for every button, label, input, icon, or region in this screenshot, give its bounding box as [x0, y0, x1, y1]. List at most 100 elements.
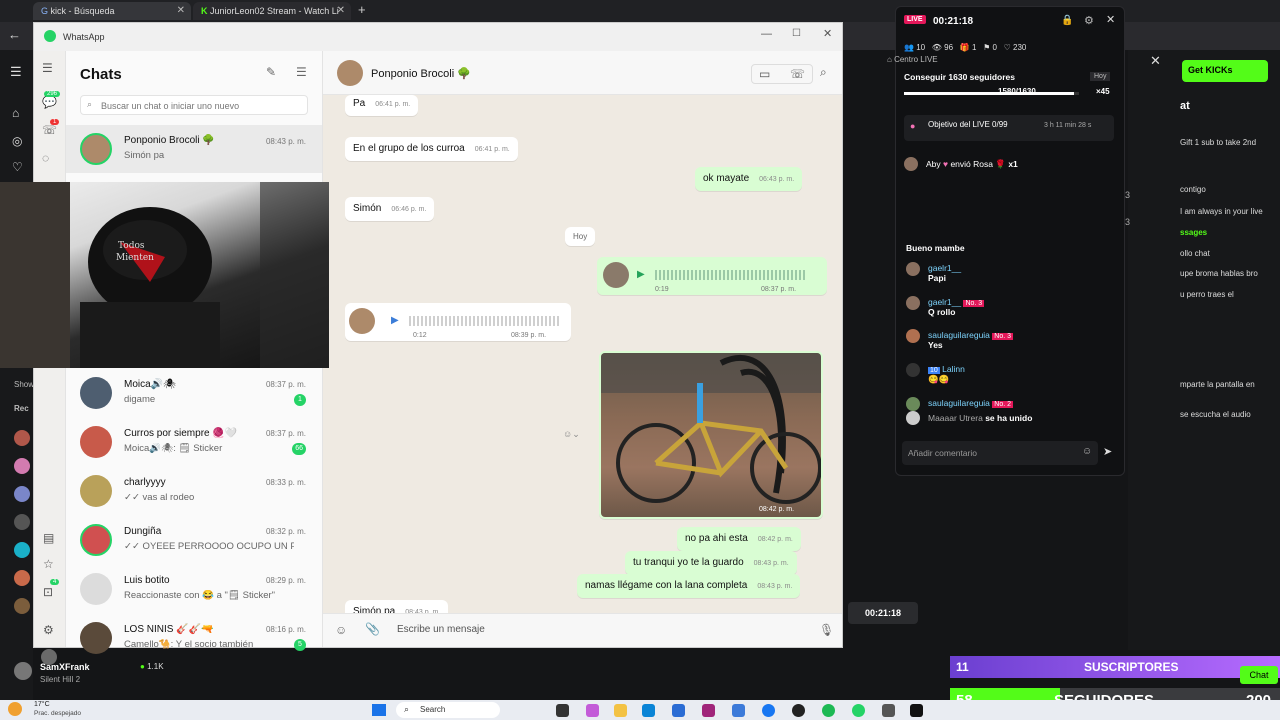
app-icon[interactable]	[732, 704, 745, 717]
copilot-icon[interactable]	[586, 704, 599, 717]
tiktok-icon[interactable]	[910, 704, 923, 717]
edge-icon[interactable]	[642, 704, 655, 717]
starred-icon[interactable]: ☆	[43, 557, 54, 571]
close-icon[interactable]: ✕	[1150, 53, 1161, 69]
list-item[interactable]: charlyyyy ✓✓ vas al rodeo 08:33 p. m.	[66, 469, 322, 517]
avatar	[80, 133, 112, 165]
weather-icon	[8, 702, 22, 716]
contact-name[interactable]: Ponponio Brocoli 🌳	[371, 67, 471, 80]
list-item[interactable]: Ponponio Brocoli 🌳 Simón pa 08:43 p. m.	[66, 125, 322, 173]
chats-icon[interactable]: 💬	[42, 95, 57, 109]
avatar[interactable]	[14, 662, 32, 680]
settings-icon[interactable]	[882, 704, 895, 717]
avatar	[906, 363, 920, 377]
call-buttons: ▭ ☏	[751, 64, 813, 84]
new-chat-icon[interactable]: ✎	[266, 65, 276, 79]
emoji-icon[interactable]: ☺	[1082, 446, 1092, 457]
filter-icon[interactable]: ☰	[296, 65, 307, 79]
close-window-button[interactable]: ✕	[823, 27, 832, 40]
google-icon: G	[41, 6, 51, 16]
bicycle-photo	[601, 353, 821, 517]
compass-icon[interactable]: ◎	[12, 134, 22, 148]
tab-kick-search[interactable]: G kick - Búsqueda ✕	[33, 2, 191, 20]
avatar[interactable]	[14, 514, 30, 530]
avatar[interactable]	[14, 570, 30, 586]
spotify-icon[interactable]	[822, 704, 835, 717]
new-tab-button[interactable]: +	[358, 2, 366, 17]
minimize-button[interactable]: —	[761, 28, 772, 40]
taskbar-search[interactable]: ⌕ Search	[396, 702, 500, 718]
home-icon[interactable]: ⌂	[12, 106, 19, 120]
lock-icon[interactable]: 🔒	[1061, 15, 1073, 26]
voice-message-out: ▶ 0:19 08:37 p. m.	[597, 257, 827, 295]
emoji-icon[interactable]: ☺	[335, 623, 347, 637]
get-kicks-button[interactable]: Get KICKs	[1182, 60, 1268, 82]
obs-icon[interactable]	[792, 704, 805, 717]
menu-icon[interactable]: ☰	[10, 64, 22, 80]
avatar[interactable]	[14, 598, 30, 614]
avatar[interactable]	[14, 430, 30, 446]
play-icon[interactable]: ▶	[391, 314, 399, 327]
maximize-button[interactable]: ☐	[792, 28, 801, 39]
voice-call-icon[interactable]: ☏	[790, 67, 805, 81]
archive-icon[interactable]: ▤	[43, 531, 54, 545]
message-input[interactable]: Escribe un mensaje	[393, 618, 803, 642]
avatar[interactable]	[14, 486, 30, 502]
calls-icon[interactable]: ☏	[42, 123, 57, 137]
search-icon[interactable]: ⌕	[820, 65, 827, 80]
tab-stream[interactable]: K JuniorLeon02 Stream - Watch Li ✕	[193, 2, 351, 20]
webcam-overlay: Todos Mienten	[0, 182, 329, 368]
goal-progress-fill	[904, 92, 1074, 95]
calls-badge: 1	[50, 119, 60, 125]
target-icon: ●	[910, 121, 916, 131]
viewers-icon: 👥	[904, 43, 914, 52]
send-icon[interactable]: ➤	[1103, 445, 1112, 458]
whatsapp-icon[interactable]	[852, 704, 865, 717]
message-composer: ☺ 📎 Escribe un mensaje 🎙	[323, 613, 842, 647]
avatar	[80, 475, 112, 507]
kick-sidebar: ☰ ⌂ ◎ ♡ Show Rec	[0, 50, 34, 700]
chat-message: saulaguilareguia No. 2	[928, 398, 1014, 408]
profile-avatar[interactable]	[41, 649, 57, 665]
microphone-icon[interactable]: 🎙	[819, 623, 834, 637]
store-icon[interactable]	[672, 704, 685, 717]
close-tab-icon[interactable]: ✕	[177, 5, 185, 16]
avatar[interactable]	[14, 458, 30, 474]
status-icon[interactable]: ◌	[42, 151, 49, 165]
reaction-icon[interactable]: ☺⌄	[563, 429, 580, 440]
video-call-icon[interactable]: ▭	[759, 67, 770, 81]
broadcast-icon[interactable]: ⊡	[43, 585, 53, 599]
avatar	[906, 411, 920, 425]
windows-start-icon[interactable]	[372, 704, 386, 716]
image-message-out[interactable]: 08:42 p. m.	[599, 351, 823, 519]
list-item[interactable]: Luis botito Reaccionaste con 😂 a "🗒 Stic…	[66, 567, 322, 615]
search-input[interactable]: ⌕ Buscar un chat o iniciar uno nuevo	[80, 95, 308, 115]
waveform	[655, 270, 805, 280]
heart-icon[interactable]: ♡	[12, 160, 23, 174]
play-icon[interactable]: ▶	[637, 268, 645, 281]
list-item[interactable]: Curros por siempre 🧶🤍 Moica🔊🕷: 🗒 Sticker…	[66, 420, 322, 468]
chat-button[interactable]: Chat	[1240, 666, 1278, 684]
close-icon[interactable]: ✕	[1106, 13, 1115, 26]
attach-icon[interactable]: 📎	[365, 622, 380, 636]
live-goal-card[interactable]: ● Objetivo del LIVE 0/99 3 h 11 min 28 s	[904, 115, 1114, 141]
list-item[interactable]: Dungiña ✓✓ OYEEE PERROOOO OCUPO UN P... …	[66, 518, 322, 566]
avatar[interactable]	[337, 60, 363, 86]
gear-icon[interactable]: ⚙	[1084, 14, 1094, 27]
taskview-icon[interactable]	[556, 704, 569, 717]
facebook-icon[interactable]	[762, 704, 775, 717]
list-item[interactable]: Moica🔊🕷 digame 08:37 p. m. 1	[66, 371, 322, 419]
chats-title: Chats	[80, 66, 122, 83]
settings-icon[interactable]: ⚙	[43, 623, 54, 637]
avatar[interactable]	[14, 542, 30, 558]
app-icon[interactable]	[702, 704, 715, 717]
file-explorer-icon[interactable]	[614, 704, 627, 717]
list-item[interactable]: LOS NINIS 🎸🎸🔫 Camello🐪: Y el socio tambi…	[66, 616, 322, 664]
centro-live-link[interactable]: ⌂ Centro LIVE	[887, 55, 938, 64]
close-tab-icon[interactable]: ✕	[337, 5, 345, 16]
status-badge: 4	[50, 579, 60, 585]
comment-input[interactable]: Añadir comentario ☺	[902, 441, 1098, 465]
back-arrow-icon[interactable]: ←	[8, 27, 21, 42]
menu-icon[interactable]: ☰	[42, 61, 53, 75]
message-out: tu tranqui yo te la guardo 08:43 p. m.	[625, 551, 797, 575]
